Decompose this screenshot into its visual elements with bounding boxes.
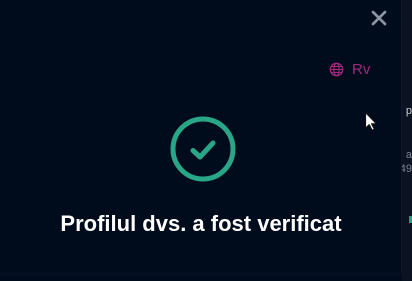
background-edge-text: a — [405, 149, 412, 161]
close-button[interactable] — [370, 9, 388, 27]
globe-icon — [329, 62, 344, 76]
modal-bottom-divider — [0, 272, 402, 276]
background-page-edge: p a 49 — [400, 0, 412, 281]
close-icon — [371, 10, 387, 26]
verification-message: Profilul dvs. a fost verificat — [60, 211, 342, 236]
check-circle-icon — [170, 116, 236, 182]
verification-modal: Rv Profilul dvs. a fost verificat — [0, 0, 402, 276]
mouse-pointer-icon — [364, 111, 378, 131]
page: p a 49 Rv Profilul dvs. a fost verificat — [0, 0, 412, 281]
background-edge-text: p — [405, 105, 412, 117]
language-label: Rv — [352, 60, 371, 78]
language-selector-button[interactable]: Rv — [329, 60, 370, 78]
